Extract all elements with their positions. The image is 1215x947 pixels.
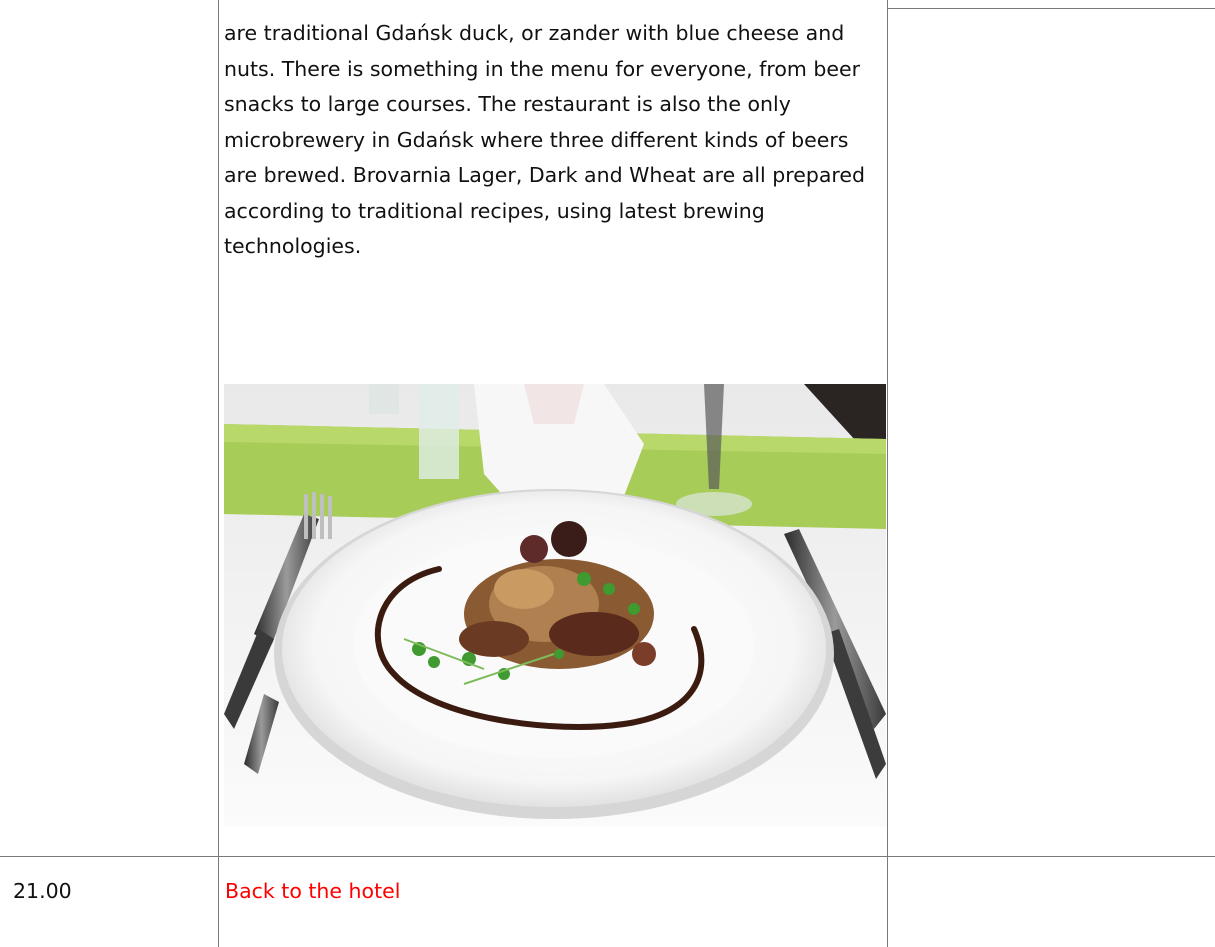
time-cell: 21.00 — [13, 879, 72, 903]
plated-dish-photo — [224, 384, 886, 827]
description-paragraph: are traditional Gdańsk duck, or zander w… — [224, 21, 866, 258]
schedule-table: are traditional Gdańsk duck, or zander w… — [0, 0, 1215, 947]
description-cell: are traditional Gdańsk duck, or zander w… — [224, 16, 884, 265]
event-cell-back-to-hotel: Back to the hotel — [225, 879, 401, 903]
table-border — [887, 0, 888, 947]
table-border — [218, 0, 219, 947]
table-border — [0, 856, 1215, 857]
plated-dish-image — [224, 384, 886, 827]
table-border — [887, 8, 1215, 9]
